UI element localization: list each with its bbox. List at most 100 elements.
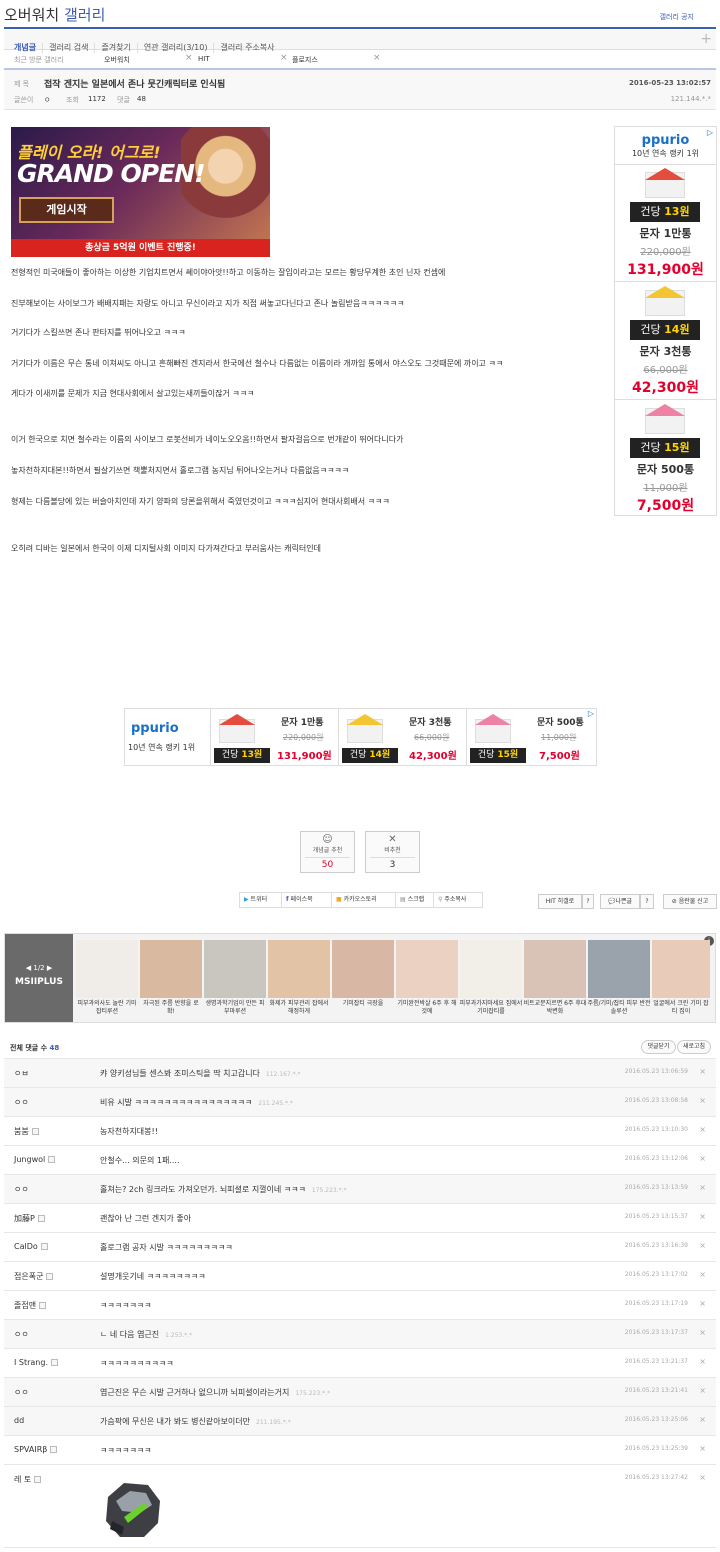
delete-icon[interactable]: × bbox=[699, 1444, 706, 1453]
post-author[interactable]: ㅇ bbox=[44, 95, 50, 105]
ad-thumb[interactable] bbox=[332, 940, 394, 998]
ad-caption[interactable]: 얼굴에서 크린 기미 잡티 집이 bbox=[651, 1000, 711, 1016]
hit-help-button[interactable]: ? bbox=[582, 894, 594, 909]
recent-item-overwatch[interactable]: 오버워치 bbox=[104, 55, 130, 65]
ad-caption[interactable]: 자극된 주름 반향을 로 확! bbox=[139, 1000, 203, 1016]
gallog-icon[interactable] bbox=[31, 1128, 39, 1135]
comment-nick[interactable]: ㅇㅂ bbox=[14, 1068, 29, 1079]
bad-post-button[interactable]: 💬나쁜글 bbox=[600, 894, 640, 909]
comment-nick[interactable]: 졸접맨 bbox=[14, 1300, 47, 1311]
bad-post-help-button[interactable]: ? bbox=[640, 894, 654, 909]
game-start-button[interactable]: 게임시작 bbox=[19, 197, 114, 223]
delete-icon[interactable]: × bbox=[699, 1299, 706, 1308]
ad-thumb[interactable] bbox=[140, 940, 202, 998]
share-twitter[interactable]: ▶ 트위터 bbox=[240, 893, 282, 907]
tab-search[interactable]: 갤러리 검색 bbox=[43, 43, 96, 53]
close-icon[interactable]: × bbox=[280, 53, 288, 63]
delete-icon[interactable]: × bbox=[699, 1154, 706, 1163]
comment-nick[interactable]: 붐붐 bbox=[14, 1126, 39, 1137]
ad-thumb[interactable] bbox=[76, 940, 138, 998]
gallog-icon[interactable] bbox=[46, 1273, 54, 1280]
ad-caption[interactable]: 피부과의사도 놀란 기미잡티루션 bbox=[75, 1000, 139, 1016]
gallog-icon[interactable] bbox=[48, 1156, 56, 1163]
ad-thumb[interactable] bbox=[460, 940, 522, 998]
ad-caption[interactable]: 기미완전박살 6주 후 해것에 bbox=[395, 1000, 459, 1016]
comment-nick[interactable]: ㅇㅇ bbox=[14, 1097, 29, 1108]
side-offer-2[interactable]: 건당 14원 문자 3천통 66,000원 42,300원 bbox=[614, 282, 717, 400]
ad-info-icon[interactable]: ▷ bbox=[707, 128, 713, 137]
delete-icon[interactable]: × bbox=[699, 1473, 706, 1482]
refresh-comments-button[interactable]: 새로고침 bbox=[677, 1040, 711, 1054]
game-ad-banner[interactable]: 플레이 오라! 어그로! GRAND OPEN! 게임시작 총상금 5억원 이벤… bbox=[11, 127, 270, 257]
banner-offer-2[interactable]: 건당 14원 문자 3천통 66,000원 42,300원 bbox=[338, 709, 466, 765]
tab-related[interactable]: 연관 갤러리(3/10) bbox=[138, 43, 215, 53]
gallog-icon[interactable] bbox=[40, 1243, 48, 1250]
gallery-notice-link[interactable]: 갤러리 공지 bbox=[660, 12, 694, 22]
comment-nick[interactable]: 접은폭군 bbox=[14, 1271, 54, 1282]
delete-icon[interactable]: × bbox=[699, 1415, 706, 1424]
close-icon[interactable]: × bbox=[185, 53, 193, 63]
share-copy[interactable]: ⚲ 주소복사 bbox=[434, 893, 466, 907]
banner-offer-3[interactable]: 건당 15원 문자 500통 11,000원 7,500원 bbox=[466, 709, 592, 765]
recent-item-hit[interactable]: HIT bbox=[198, 55, 210, 63]
report-button[interactable]: ⊘ 음란물 신고 bbox=[663, 894, 717, 909]
banner-offer-1[interactable]: 건당 13원 문자 1만통 220,000원 131,900원 bbox=[210, 709, 338, 765]
ad-thumb[interactable] bbox=[268, 940, 330, 998]
tab-copy-address[interactable]: 갤러리 주소복사 bbox=[214, 43, 280, 53]
delete-icon[interactable]: × bbox=[699, 1096, 706, 1105]
share-facebook[interactable]: f 페이스북 bbox=[282, 893, 332, 907]
comment-nick[interactable]: I Strang. bbox=[14, 1358, 58, 1367]
comment-nick[interactable]: SPVAIRβ bbox=[14, 1445, 58, 1454]
comment-nick[interactable]: dd bbox=[14, 1416, 24, 1425]
ad-thumb[interactable] bbox=[204, 940, 266, 998]
not-recommend-button[interactable]: ✕ 비추천 3 bbox=[365, 831, 420, 873]
delete-icon[interactable]: × bbox=[699, 1328, 706, 1337]
ad-caption[interactable]: 주름/기미/잡티 피부 반전솔루션 bbox=[587, 1000, 651, 1016]
ad-thumb[interactable] bbox=[396, 940, 458, 998]
comment-nick[interactable]: 加藤P bbox=[14, 1213, 45, 1224]
close-icon[interactable]: × bbox=[373, 53, 381, 63]
ad-caption[interactable]: 피부과가지마세요 집에서기미잡티를 bbox=[459, 1000, 523, 1016]
prev-arrow-icon[interactable]: ◀ bbox=[26, 964, 31, 972]
gallog-icon[interactable] bbox=[37, 1215, 45, 1222]
comment-nick[interactable]: ㅇㅇ bbox=[14, 1387, 29, 1398]
delete-icon[interactable]: × bbox=[699, 1357, 706, 1366]
delete-icon[interactable]: × bbox=[699, 1067, 706, 1076]
ad-caption[interactable]: 화제가 피부관리 잡에서 해정하게 bbox=[267, 1000, 331, 1016]
fold-comments-button[interactable]: 댓글닫기 bbox=[641, 1040, 676, 1054]
ad-thumb[interactable] bbox=[652, 940, 710, 998]
next-arrow-icon[interactable]: ▶ bbox=[47, 964, 52, 972]
recent-item-floji[interactable]: 플로지스 bbox=[292, 55, 318, 65]
ad-thumb[interactable] bbox=[524, 940, 586, 998]
tab-favorites[interactable]: 즐겨찾기 bbox=[95, 43, 138, 53]
delete-icon[interactable]: × bbox=[699, 1270, 706, 1279]
gallog-icon[interactable] bbox=[50, 1446, 58, 1453]
side-offer-3[interactable]: 건당 15원 문자 500통 11,000원 7,500원 bbox=[614, 400, 717, 516]
gallog-icon[interactable] bbox=[39, 1302, 47, 1309]
delete-icon[interactable]: × bbox=[699, 1125, 706, 1134]
ad-pager[interactable]: ◀ 1/2 ▶ bbox=[5, 964, 73, 972]
share-scrap[interactable]: ▤ 스크랩 bbox=[396, 893, 434, 907]
ad-thumb[interactable] bbox=[588, 940, 650, 998]
gallog-icon[interactable] bbox=[34, 1476, 42, 1483]
share-kakaostory[interactable]: ■ 카카오스토리 bbox=[332, 893, 396, 907]
comment-nick[interactable]: CalDo bbox=[14, 1242, 48, 1251]
delete-icon[interactable]: × bbox=[699, 1183, 706, 1192]
delete-icon[interactable]: × bbox=[699, 1212, 706, 1221]
ad-caption[interactable]: 생명과학기업이 만든 피부마루션 bbox=[203, 1000, 267, 1016]
comment-nick[interactable]: ㅇㅇ bbox=[14, 1329, 29, 1340]
hit-button[interactable]: HIT 히갤로 bbox=[538, 894, 582, 909]
side-offer-1[interactable]: 건당 13원 문자 1만통 220,000원 131,900원 bbox=[614, 164, 717, 282]
add-tab-icon[interactable]: + bbox=[700, 31, 712, 47]
delete-icon[interactable]: × bbox=[699, 1386, 706, 1395]
comment-nick[interactable]: Jungwol bbox=[14, 1155, 56, 1164]
tab-concept[interactable]: 개념글 bbox=[8, 43, 44, 53]
gallery-title[interactable]: 오버워치 갤러리 bbox=[4, 4, 105, 25]
ad-caption[interactable]: 기미잡티 극장을 bbox=[331, 1000, 395, 1008]
recommend-button[interactable]: ☺ 개념글 추천 50 bbox=[300, 831, 355, 873]
comment-nick[interactable]: 레 토 bbox=[14, 1474, 42, 1485]
delete-icon[interactable]: × bbox=[699, 1241, 706, 1250]
comment-nick[interactable]: ㅇㅇ bbox=[14, 1184, 29, 1195]
ad-caption[interactable]: 비트교문지르면 6주 후대박변화 bbox=[523, 1000, 587, 1016]
gallog-icon[interactable] bbox=[51, 1359, 58, 1366]
